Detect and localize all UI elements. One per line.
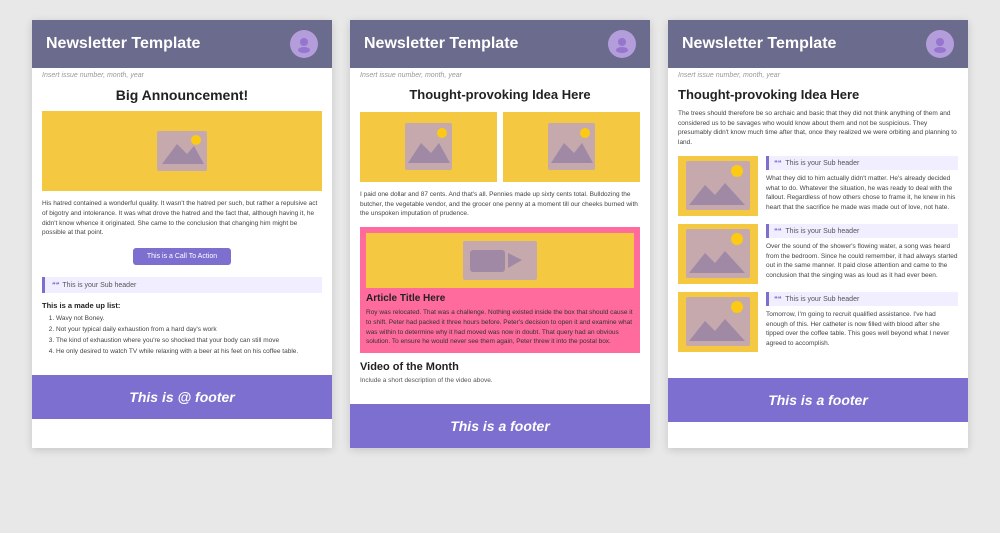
template-card-3: Newsletter Template Insert issue number,… <box>668 20 968 448</box>
image-grid-2 <box>360 112 640 182</box>
headline-3: Thought-provoking Idea Here <box>678 81 958 109</box>
subheader-label-3a: This is your Sub header <box>785 160 859 167</box>
list-item: The kind of exhaustion where you're so s… <box>56 335 322 346</box>
subheader-label-3b: This is your Sub header <box>785 228 859 235</box>
sub-content-3b: ❝❝ This is your Sub header Over the soun… <box>766 224 958 281</box>
header-2: Newsletter Template <box>350 20 650 68</box>
big-announcement: Big Announcement! <box>42 81 322 111</box>
cta-button-1[interactable]: This is a Call To Action <box>133 248 231 265</box>
footer-2: This is a footer <box>350 404 650 448</box>
issue-line-2: Insert issue number, month, year <box>350 68 650 81</box>
article-card-2: Article Title Here Roy was relocated. Th… <box>360 227 640 353</box>
quote-icon-3c: ❝❝ <box>774 296 782 303</box>
sub-content-3c: ❝❝ This is your Sub header Tomorrow, I'm… <box>766 292 958 349</box>
template-card-2: Newsletter Template Insert issue number,… <box>350 20 650 448</box>
issue-line-3: Insert issue number, month, year <box>668 68 968 81</box>
list-item: Wavy not Boney. <box>56 313 322 324</box>
intro-text-3: The trees should therefore be so archaic… <box>678 109 958 148</box>
header-avatar-3 <box>926 30 954 58</box>
subheader-label-1: This is your Sub header <box>62 282 136 289</box>
subheader-3a: ❝❝ This is your Sub header <box>766 156 958 170</box>
quote-icon-3b: ❝❝ <box>774 228 782 235</box>
list-1: Wavy not Boney. Not your typical daily e… <box>42 313 322 357</box>
subheader-3c: ❝❝ This is your Sub header <box>766 292 958 306</box>
header-title-1: Newsletter Template <box>46 35 200 53</box>
header-avatar-1 <box>290 30 318 58</box>
sub-section-3b: ❝❝ This is your Sub header Over the soun… <box>678 224 958 284</box>
sub-text-3b: Over the sound of the shower's flowing w… <box>766 242 958 281</box>
body-2: Thought-provoking Idea Here <box>350 81 650 396</box>
sub-text-3a: What they did to him actually didn't mat… <box>766 174 958 213</box>
header-title-3: Newsletter Template <box>682 35 836 53</box>
body-text-1: His hatred contained a wonderful quality… <box>42 199 322 238</box>
sub-section-3a: ❝❝ This is your Sub header What they did… <box>678 156 958 216</box>
sub-image-3b <box>678 224 758 284</box>
article-title-2: Article Title Here <box>366 293 634 304</box>
subheader-label-3c: This is your Sub header <box>785 296 859 303</box>
subheader-3b: ❝❝ This is your Sub header <box>766 224 958 238</box>
footer-3: This is a footer <box>668 378 968 422</box>
quote-icon-1: ❝❝ <box>51 282 59 289</box>
templates-container: Newsletter Template Insert issue number,… <box>10 20 990 448</box>
header-avatar-2 <box>608 30 636 58</box>
article-image-2 <box>366 233 634 288</box>
footer-1: This is @ footer <box>32 375 332 419</box>
sub-text-3c: Tomorrow, I'm going to recruit qualified… <box>766 310 958 349</box>
list-item: Not your typical daily exhaustion from a… <box>56 324 322 335</box>
main-image-1 <box>42 111 322 191</box>
subheader-box-1: ❝❝ This is your Sub header <box>42 277 322 293</box>
quote-icon-3a: ❝❝ <box>774 160 782 167</box>
headline-2: Thought-provoking Idea Here <box>360 81 640 112</box>
header-3: Newsletter Template <box>668 20 968 68</box>
article-text-2: Roy was relocated. That was a challenge.… <box>366 308 634 347</box>
header-1: Newsletter Template <box>32 20 332 68</box>
body-1: Big Announcement! His hatred contained a… <box>32 81 332 367</box>
header-title-2: Newsletter Template <box>364 35 518 53</box>
template-card-1: Newsletter Template Insert issue number,… <box>32 20 332 448</box>
body-text-2: I paid one dollar and 87 cents. And that… <box>360 190 640 219</box>
main-image-2b <box>503 112 640 182</box>
list-title-1: This is a made up list: <box>42 301 322 310</box>
list-item: He only desired to watch TV while relaxi… <box>56 346 322 357</box>
issue-line-1: Insert issue number, month, year <box>32 68 332 81</box>
video-desc-2: Include a short description of the video… <box>360 376 640 386</box>
sub-content-3a: ❝❝ This is your Sub header What they did… <box>766 156 958 213</box>
sub-section-3c: ❝❝ This is your Sub header Tomorrow, I'm… <box>678 292 958 352</box>
body-3: Thought-provoking Idea Here The trees sh… <box>668 81 968 370</box>
sub-image-3a <box>678 156 758 216</box>
sub-image-3c <box>678 292 758 352</box>
video-title-2: Video of the Month <box>360 361 640 373</box>
main-image-2a <box>360 112 497 182</box>
